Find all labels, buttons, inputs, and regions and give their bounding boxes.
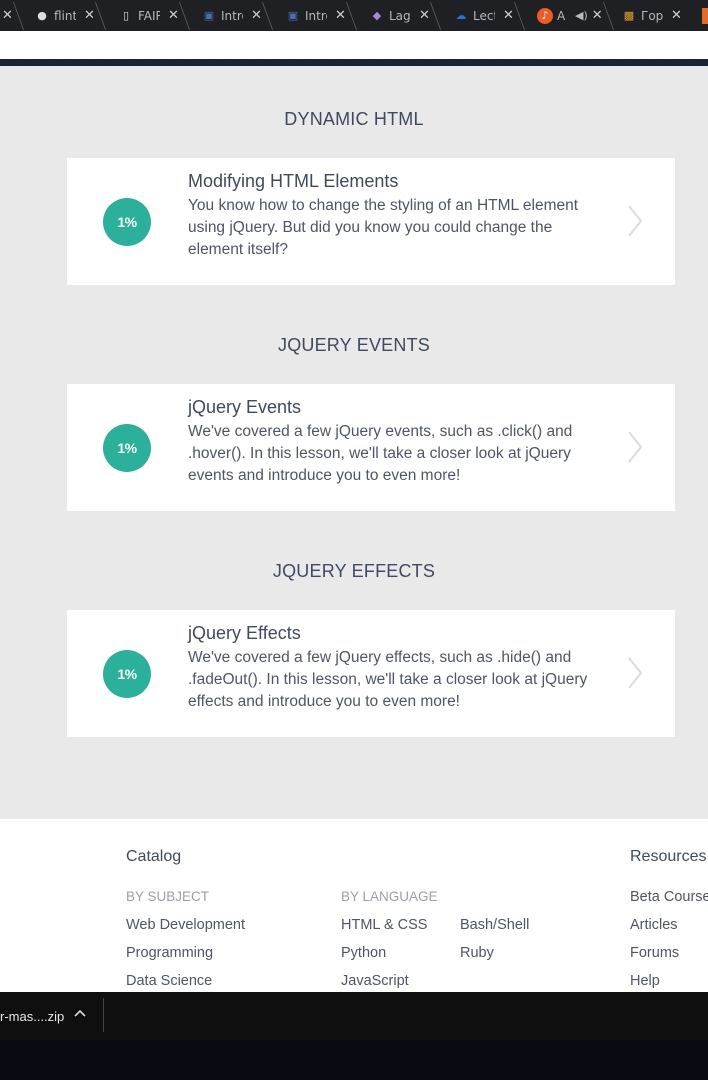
chevron-up-icon[interactable] (73, 1006, 87, 1020)
download-filename[interactable]: r-mas....zip (0, 1009, 64, 1024)
footer-link-language[interactable]: Bash/Shell (460, 917, 529, 933)
lesson-description: We've covered a few jQuery effects, such… (188, 649, 588, 710)
tab-edge-icon (702, 8, 708, 24)
footer-link-language[interactable]: Ruby (460, 945, 494, 961)
tab-label: Lago (389, 8, 411, 23)
tab-7[interactable]: ♪ A ◀) ✕ (537, 0, 614, 31)
tab-8[interactable]: ▩ Гор ✕ (621, 0, 682, 31)
tab-1[interactable]: ● flint ✕ (34, 0, 107, 31)
site-footer: Catalog BY SUBJECT Web Development Progr… (0, 819, 708, 992)
lesson-title: Modifying HTML Elements (188, 171, 399, 191)
box-icon: ▩ (623, 9, 635, 22)
music-icon: ♪ (537, 7, 553, 24)
lesson-card[interactable]: 1% Modifying HTML Elements You know how … (67, 158, 675, 285)
footer-link-resource[interactable]: Beta Courses (630, 889, 708, 905)
footer-link-language[interactable]: JavaScript (341, 973, 409, 989)
download-divider (103, 998, 104, 1032)
progress-badge: 1% (103, 198, 151, 246)
footer-link-language[interactable]: HTML & CSS (341, 917, 427, 933)
tab-label: flint (54, 8, 76, 23)
close-icon[interactable]: ✕ (419, 8, 430, 23)
section-heading: JQUERY EVENTS (278, 335, 430, 355)
tab-2[interactable]: ▯ FAIR ✕ (118, 0, 191, 31)
tab-6[interactable]: ☁ Lect ✕ (453, 0, 526, 31)
footer-link-resource[interactable]: Help (630, 973, 660, 989)
footer-link-language[interactable]: Python (341, 945, 386, 961)
tab-5[interactable]: ◆ Lago ✕ (369, 0, 442, 31)
speaker-icon[interactable]: ◀) (575, 9, 588, 22)
header-divider (0, 59, 708, 66)
tab-label: Intro (305, 8, 327, 23)
lesson-card[interactable]: 1% jQuery Events We've covered a few jQu… (67, 384, 675, 511)
tab-label: FAIR (138, 8, 160, 23)
cube-icon: ◆ (372, 9, 382, 22)
close-icon[interactable]: ✕ (168, 8, 179, 23)
footer-link-subject[interactable]: Data Science (126, 973, 212, 989)
close-icon[interactable]: ✕ (592, 8, 603, 23)
chevron-right-icon[interactable] (625, 428, 647, 466)
tab-3[interactable]: ▣ Intro ✕ (201, 0, 274, 31)
tab-label: A (557, 8, 566, 23)
lesson-description: You know how to change the styling of an… (188, 197, 579, 258)
browser-tab-strip: ✕ ● flint ✕ ▯ FAIR ✕ ▣ Intro ✕ ▣ Intro ✕… (0, 0, 708, 31)
section-heading: DYNAMIC HTML (284, 109, 424, 129)
github-icon: ● (37, 9, 47, 22)
tab-4[interactable]: ▣ Intro ✕ (285, 0, 358, 31)
by-language-label: BY LANGUAGE (341, 889, 438, 904)
close-icon[interactable]: ✕ (251, 8, 262, 23)
tab-label: Lect (473, 8, 495, 23)
tab-label: Intro (221, 8, 243, 23)
progress-badge: 1% (103, 424, 151, 472)
page-top-bar (0, 31, 708, 59)
footer-link-subject[interactable]: Web Development (126, 917, 245, 933)
tab-label: Гор (641, 8, 663, 23)
footer-link-resource[interactable]: Articles (630, 917, 678, 933)
tab-close-partial[interactable]: ✕ (2, 0, 25, 31)
os-taskbar (0, 1040, 708, 1080)
download-bar: r-mas....zip (0, 992, 708, 1040)
catalog-heading: Catalog (126, 848, 182, 865)
chevron-right-icon[interactable] (625, 654, 647, 692)
close-icon[interactable]: ✕ (84, 8, 95, 23)
page-icon: ▣ (203, 9, 215, 22)
resources-heading: Resources (630, 848, 707, 865)
footer-link-resource[interactable]: Forums (630, 945, 679, 961)
close-icon[interactable]: ✕ (671, 8, 682, 23)
chevron-right-icon[interactable] (625, 202, 647, 240)
lesson-card[interactable]: 1% jQuery Effects We've covered a few jQ… (67, 610, 675, 737)
by-subject-label: BY SUBJECT (126, 889, 210, 904)
lesson-title: jQuery Events (188, 397, 302, 417)
progress-badge: 1% (103, 650, 151, 698)
lesson-title: jQuery Effects (188, 623, 301, 643)
document-icon: ▯ (122, 9, 130, 22)
page-icon: ▣ (287, 9, 299, 22)
cloud-icon: ☁ (455, 9, 467, 22)
close-icon[interactable]: ✕ (2, 8, 13, 23)
close-icon[interactable]: ✕ (503, 8, 514, 23)
close-icon[interactable]: ✕ (335, 8, 346, 23)
footer-link-subject[interactable]: Programming (126, 945, 213, 961)
lesson-description: We've covered a few jQuery events, such … (188, 423, 573, 484)
section-heading: JQUERY EFFECTS (272, 561, 436, 581)
